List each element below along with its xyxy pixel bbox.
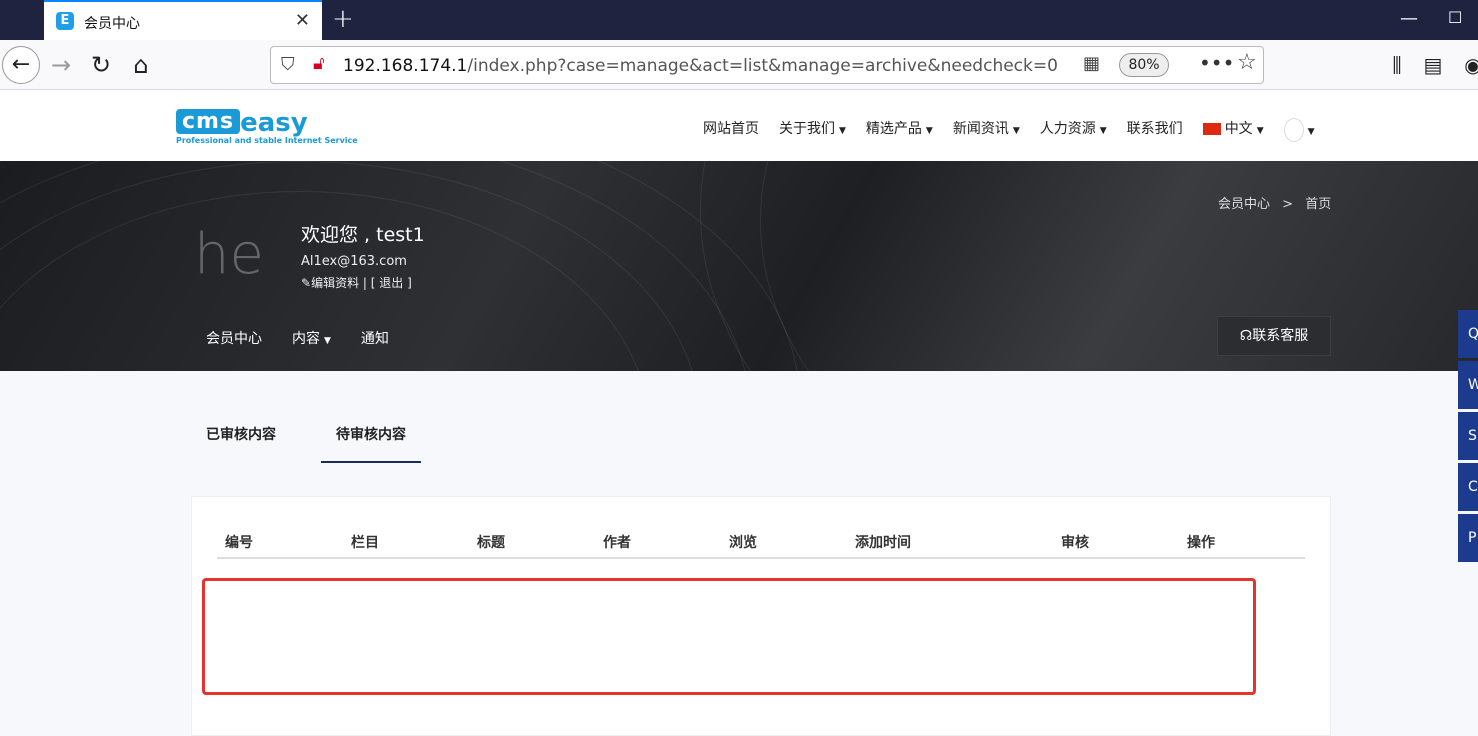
forward-button[interactable]: → [44,48,78,82]
account-icon[interactable]: ◉ [1456,48,1478,82]
menu-item-products[interactable]: 精选产品 ▼ [866,118,933,142]
menu-item-language[interactable]: 中文 ▼ [1202,118,1264,142]
subnav-notifications[interactable]: 通知 [361,328,389,348]
close-tab-icon[interactable]: ✕ [295,10,310,31]
china-flag-icon [1202,123,1221,135]
minimize-icon[interactable]: — [1400,8,1418,29]
insecure-lock-icon[interactable]: 🔓︎ [313,53,325,74]
col-author: 作者 [603,535,631,551]
menu-item-about[interactable]: 关于我们 ▼ [779,118,846,142]
tab-approved[interactable]: 已审核内容 [206,424,276,463]
home-button[interactable]: ⌂ [124,48,158,82]
more-actions-icon[interactable]: ••• [1199,51,1234,75]
caret-down-icon: ▼ [324,336,331,346]
skype-icon[interactable]: S [1458,412,1478,460]
welcome-text: 欢迎您 , test1 [301,224,425,246]
col-title: 标题 [477,535,505,551]
menu-item-home[interactable]: 网站首页 [703,118,759,142]
floating-contact-bar: Q W S C P [1458,310,1478,565]
browser-tab[interactable]: E 会员中心 ✕ [44,0,322,40]
maximize-icon[interactable]: ☐ [1448,8,1462,27]
user-avatar-menu[interactable]: ▼ [1283,118,1315,142]
edit-icon: ✎ [301,276,312,290]
tab-pending[interactable]: 待审核内容 [321,424,421,463]
subnav-content[interactable]: 内容 ▼ [292,328,331,348]
edit-profile-link[interactable]: ✎编辑资料 [301,276,359,290]
breadcrumb-member[interactable]: 会员中心 [1218,197,1270,212]
table-header: 编号 栏目 标题 作者 浏览 添加时间 审核 操作 [217,530,1305,559]
reload-button[interactable]: ↻ [84,48,118,82]
user-email: Al1ex@163.com [301,254,407,269]
menu-item-news[interactable]: 新闻资讯 ▼ [953,118,1020,142]
weibo-icon[interactable]: W [1458,361,1478,409]
col-review: 审核 [1061,535,1089,551]
site-logo[interactable]: cms easy Professional and stable Internet… [176,108,358,145]
url-text[interactable]: 192.168.174.1/index.php?case=manage&act=… [343,56,1058,76]
shield-icon[interactable]: ⛉ [281,54,295,75]
menu-item-contact[interactable]: 联系我们 [1127,118,1183,142]
contact-service-button[interactable]: ☊联系客服 [1217,316,1331,356]
logout-link[interactable]: | [ 退出 ] [363,276,412,290]
site-favicon-icon: E [56,12,74,30]
caret-down-icon: ▼ [1307,127,1315,137]
breadcrumb-home[interactable]: 首页 [1305,197,1331,212]
caret-down-icon: ▼ [1012,126,1020,136]
col-views: 浏览 [729,535,757,551]
sidebar-icon[interactable]: ▤ [1416,48,1450,82]
qr-code-icon[interactable]: ▦ [1083,53,1100,74]
content-tabs: 已审核内容 待审核内容 [206,424,421,463]
address-bar[interactable]: ⛉ 🔓︎ 192.168.174.1/index.php?case=manage… [270,46,1264,84]
avatar-placeholder-text: he [194,222,264,287]
caret-down-icon: ▼ [1256,126,1264,136]
caret-down-icon: ▼ [1099,126,1107,136]
col-category: 栏目 [351,535,379,551]
col-actions: 操作 [1187,535,1215,551]
new-tab-icon[interactable]: + [332,4,354,34]
wechat-icon[interactable]: C [1458,463,1478,511]
headset-icon: ☊ [1239,328,1253,344]
phone-icon[interactable]: P [1458,514,1478,562]
menu-item-hr[interactable]: 人力资源 ▼ [1040,118,1107,142]
col-id: 编号 [225,535,253,551]
library-icon[interactable]: ⫼ [1380,48,1414,82]
breadcrumb: 会员中心 > 首页 [1218,197,1332,212]
caret-down-icon: ▼ [925,126,933,136]
profile-actions: ✎编辑资料 | [ 退出 ] [301,274,412,291]
zoom-level[interactable]: 80% [1119,53,1169,77]
logo-tagline: Professional and stable Internet Service [176,136,358,145]
highlight-annotation-box [202,578,1256,695]
subnav-member-center[interactable]: 会员中心 [206,328,262,348]
col-added-time: 添加时间 [855,535,911,551]
tab-title: 会员中心 [84,16,140,32]
caret-down-icon: ▼ [839,126,846,136]
back-button[interactable]: ← [2,46,40,84]
main-menu: 网站首页 关于我们 ▼ 精选产品 ▼ 新闻资讯 ▼ 人力资源 ▼ 联系我们 中文 ▼ ▼ [703,118,1315,142]
bookmark-star-icon[interactable]: ☆ [1237,50,1257,75]
avatar-icon [1283,118,1304,142]
member-subnav: 会员中心 内容 ▼ 通知 [206,328,389,348]
qq-icon[interactable]: Q [1458,310,1478,358]
